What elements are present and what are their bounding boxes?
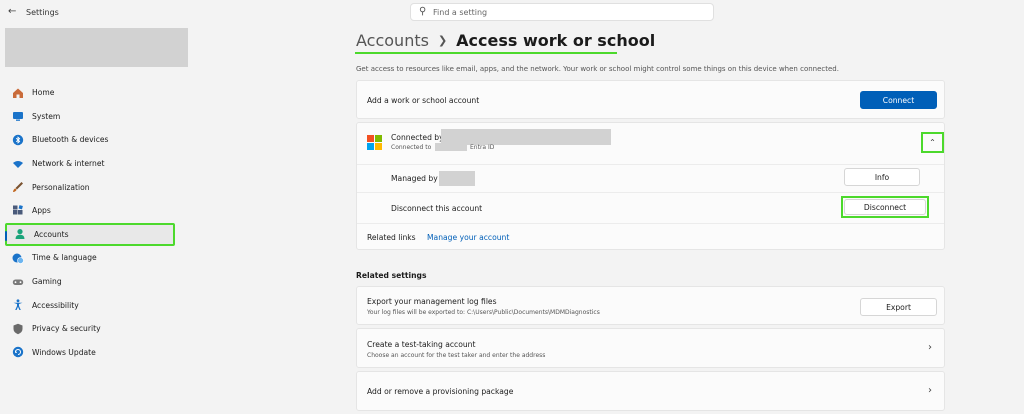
bluetooth-icon — [11, 133, 25, 147]
search-icon: ⚲ — [419, 6, 427, 17]
redacted-manager-name — [439, 171, 475, 186]
divider — [357, 164, 944, 165]
connected-to-prefix: Connected to — [391, 144, 432, 151]
sidebar-item-apps[interactable]: Apps — [5, 199, 175, 223]
sidebar-item-time-language[interactable]: Time & language — [5, 246, 175, 270]
breadcrumb-parent[interactable]: Accounts — [356, 31, 429, 50]
export-logs-subtitle: Your log files will be exported to: C:\U… — [367, 309, 600, 316]
sidebar-item-network[interactable]: Network & internet — [5, 152, 175, 176]
divider — [357, 223, 944, 224]
test-account-title: Create a test-taking account — [367, 340, 476, 349]
shield-icon — [11, 322, 25, 336]
search-input[interactable] — [433, 6, 703, 18]
update-icon — [11, 345, 25, 359]
info-button[interactable]: Info — [844, 168, 920, 186]
chevron-right-icon: › — [928, 342, 932, 353]
chevron-right-icon: › — [928, 385, 932, 396]
disconnect-account-label: Disconnect this account — [391, 204, 483, 213]
related-settings-heading: Related settings — [356, 271, 427, 280]
back-arrow-icon[interactable]: ← — [8, 6, 22, 20]
connected-by-label: Connected by — [391, 133, 444, 142]
collapse-button[interactable]: ⌃ — [921, 132, 944, 153]
provisioning-title: Add or remove a provisioning package — [367, 387, 514, 396]
divider — [357, 192, 944, 193]
sidebar-item-personalization[interactable]: Personalization — [5, 175, 175, 199]
sidebar-item-privacy[interactable]: Privacy & security — [5, 317, 175, 341]
provisioning-package-card[interactable]: Add or remove a provisioning package › — [356, 371, 945, 411]
gamepad-icon — [11, 275, 25, 289]
user-profile-card[interactable] — [5, 28, 188, 67]
brush-icon — [11, 180, 25, 194]
home-icon — [11, 86, 25, 100]
sidebar-item-windows-update[interactable]: Windows Update — [5, 341, 175, 365]
chevron-right-icon: ❯ — [437, 34, 448, 47]
test-account-subtitle: Choose an account for the test taker and… — [367, 352, 546, 359]
chevron-up-icon: ⌃ — [929, 138, 936, 147]
microsoft-logo-icon — [367, 135, 382, 153]
globe-clock-icon — [11, 251, 25, 265]
export-logs-title: Export your management log files — [367, 297, 497, 306]
sidebar-item-gaming[interactable]: Gaming — [5, 270, 175, 294]
monitor-icon — [11, 109, 25, 123]
connected-to-suffix: Entra ID — [470, 144, 495, 151]
title-highlight-underline — [355, 52, 617, 54]
sidebar-item-accessibility[interactable]: Accessibility — [5, 293, 175, 317]
breadcrumb: Accounts ❯ Access work or school — [356, 31, 655, 50]
managed-by-label: Managed by — [391, 174, 438, 183]
connected-account-card: Connected by Connected to Entra ID ⌃ Man… — [356, 122, 945, 250]
page-title: Access work or school — [456, 31, 656, 50]
apps-icon — [11, 204, 25, 218]
sidebar-item-accounts[interactable]: Accounts — [5, 222, 175, 247]
add-account-label: Add a work or school account — [367, 96, 480, 105]
related-links-label: Related links — [367, 233, 416, 242]
person-icon — [13, 227, 27, 241]
sidebar-item-bluetooth[interactable]: Bluetooth & devices — [5, 128, 175, 152]
connect-button[interactable]: Connect — [860, 91, 937, 109]
sidebar-nav: Home System Bluetooth & devices Network … — [5, 81, 175, 364]
export-logs-card: Export your management log files Your lo… — [356, 286, 945, 325]
sidebar-item-system[interactable]: System — [5, 105, 175, 129]
export-button[interactable]: Export — [860, 298, 937, 316]
wifi-icon — [11, 157, 25, 171]
search-box[interactable]: ⚲ — [410, 3, 714, 21]
manage-account-link[interactable]: Manage your account — [427, 233, 509, 242]
page-description: Get access to resources like email, apps… — [356, 65, 839, 73]
disconnect-button[interactable]: Disconnect — [844, 199, 926, 215]
sidebar-item-home[interactable]: Home — [5, 81, 175, 105]
add-account-card: Add a work or school account Connect — [356, 80, 945, 119]
test-account-card[interactable]: Create a test-taking account Choose an a… — [356, 328, 945, 368]
redacted-org-name — [435, 143, 467, 151]
accessibility-icon — [11, 298, 25, 312]
window-title: Settings — [26, 8, 59, 17]
